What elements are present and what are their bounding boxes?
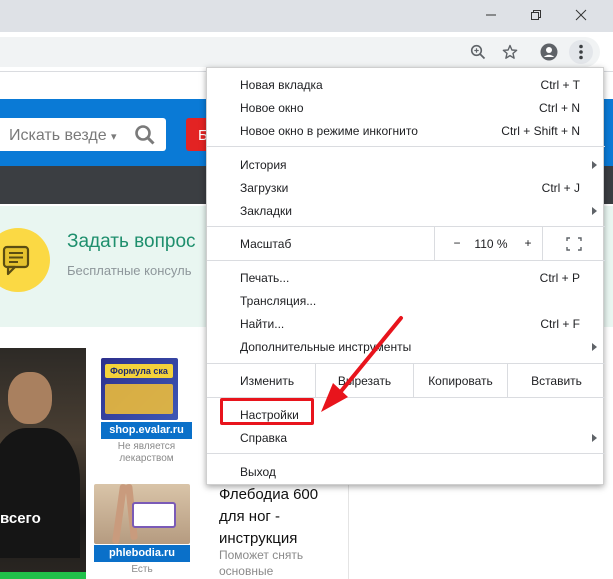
menu-item-print[interactable]: Печать... Ctrl + P xyxy=(207,266,605,289)
menu-item-help[interactable]: Справка xyxy=(207,426,605,449)
star-icon[interactable] xyxy=(498,40,522,64)
menu-zoom-row: Масштаб − 110 % + xyxy=(207,227,605,260)
ad-box-label: Формула ска xyxy=(105,364,173,378)
article-title[interactable]: Флебодиа 600 для ног - инструкция xyxy=(219,484,339,550)
menu-item-incognito[interactable]: Новое окно в режиме инкогнито Ctrl + Shi… xyxy=(207,119,605,142)
close-button[interactable] xyxy=(559,0,603,30)
search-icon[interactable] xyxy=(134,124,156,146)
article-photo[interactable] xyxy=(0,348,86,579)
browser-toolbar xyxy=(0,32,613,72)
ad-note-phlebodia: Есть xyxy=(131,564,153,575)
ad-link-evalar[interactable]: shop.evalar.ru xyxy=(101,422,192,439)
three-dots-vertical-icon[interactable] xyxy=(569,40,593,64)
menu-item-bookmarks[interactable]: Закладки xyxy=(207,199,605,222)
paste-button[interactable]: Вставить xyxy=(507,364,605,397)
ad-note-evalar: Не является лекарством xyxy=(117,441,176,464)
restore-icon xyxy=(531,10,541,20)
menu-item-history[interactable]: История xyxy=(207,153,605,176)
menu-item-exit[interactable]: Выход xyxy=(207,460,605,483)
zoom-magnifier-icon[interactable] xyxy=(466,40,490,64)
menu-separator xyxy=(207,453,605,454)
copy-button[interactable]: Копировать xyxy=(413,364,507,397)
menu-item-new-tab[interactable]: Новая вкладка Ctrl + T xyxy=(207,73,605,96)
ask-question-title[interactable]: Задать вопрос xyxy=(67,231,196,253)
chevron-down-icon: ▾ xyxy=(111,131,117,143)
zoom-in-button[interactable]: + xyxy=(518,236,538,250)
cut-button[interactable]: Вырезать xyxy=(315,364,413,397)
ad-image-phlebodia[interactable] xyxy=(94,484,190,544)
minimize-icon xyxy=(486,14,496,16)
menu-item-find[interactable]: Найти... Ctrl + F xyxy=(207,312,605,335)
menu-item-downloads[interactable]: Загрузки Ctrl + J xyxy=(207,176,605,199)
zoom-label: Масштаб xyxy=(240,237,292,251)
window-titlebar xyxy=(0,0,613,32)
site-search-input[interactable]: Искать везде ▾ xyxy=(0,118,166,151)
photo-caption: всего xyxy=(0,510,41,527)
menu-edit-row: Изменить Вырезать Копировать Вставить xyxy=(207,364,605,397)
submenu-arrow-icon xyxy=(592,343,597,351)
search-placeholder: Искать везде xyxy=(9,127,107,144)
menu-item-cast[interactable]: Трансляция... xyxy=(207,289,605,312)
column-divider xyxy=(348,472,349,579)
settings-highlight-box xyxy=(220,398,314,425)
restore-button[interactable] xyxy=(514,0,558,30)
menu-separator xyxy=(207,146,605,147)
account-circle-icon[interactable] xyxy=(537,40,561,64)
green-accent-bar xyxy=(0,572,86,579)
close-icon xyxy=(575,9,587,21)
menu-item-more-tools[interactable]: Дополнительные инструменты xyxy=(207,335,605,358)
edit-label: Изменить xyxy=(240,374,295,388)
minimize-button[interactable] xyxy=(469,0,513,30)
zoom-out-button[interactable]: − xyxy=(447,236,467,250)
menu-item-new-window[interactable]: Новое окно Ctrl + N xyxy=(207,96,605,119)
submenu-arrow-icon xyxy=(592,207,597,215)
submenu-arrow-icon xyxy=(592,161,597,169)
ad-link-phlebodia[interactable]: phlebodia.ru xyxy=(94,545,190,562)
ad-image-evalar[interactable]: Формула ска xyxy=(101,358,178,420)
submenu-arrow-icon xyxy=(592,434,597,442)
chat-bubble-icon xyxy=(2,245,30,276)
menu-separator xyxy=(207,260,605,261)
ask-question-subtitle: Бесплатные консуль xyxy=(67,263,192,278)
fullscreen-icon[interactable] xyxy=(566,237,582,251)
article-subtitle: Поможет снять основные xyxy=(219,548,304,578)
zoom-value: 110 % xyxy=(474,237,508,251)
